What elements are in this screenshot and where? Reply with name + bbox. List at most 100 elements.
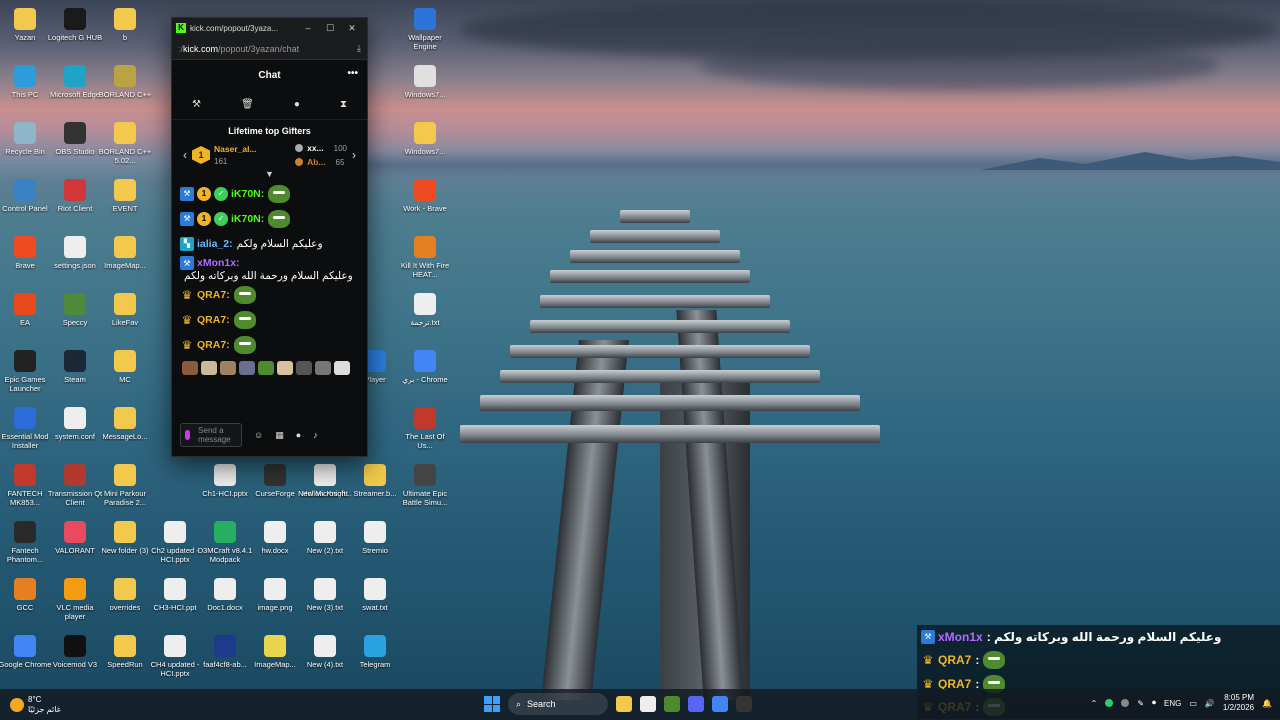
emote-icon[interactable] [315, 361, 331, 375]
desktop-icon[interactable]: Transmission Qt Client [47, 464, 103, 507]
clock[interactable]: 8:05 PM 1/2/2026 [1223, 693, 1254, 713]
gifters-prev-arrow-icon[interactable]: ‹ [178, 148, 192, 162]
desktop-icon[interactable]: VLC media player [47, 578, 103, 621]
desktop-icon[interactable]: بري - Chrome [397, 350, 453, 384]
desktop-icon[interactable]: Telegram [347, 635, 403, 669]
desktop-icon[interactable]: New folder (3) [97, 521, 153, 555]
top-gifter-third[interactable]: Ab... 65 [295, 157, 347, 167]
desktop-icon[interactable]: Ch1-HCI.pptx [197, 464, 253, 498]
chat-message[interactable]: ♛ QRA7: [180, 307, 359, 332]
desktop-icon[interactable]: Ch2 updated - HCI.pptx [147, 521, 203, 564]
emote-icon[interactable] [182, 361, 198, 375]
emote-icon[interactable] [277, 361, 293, 375]
desktop-icon[interactable]: New (3).txt [297, 578, 353, 612]
emote-icon[interactable] [201, 361, 217, 375]
desktop-icon[interactable]: The Last Of Us... [397, 407, 453, 450]
tray-mic-icon[interactable]: ⏺ [1152, 698, 1156, 708]
desktop-icon[interactable]: CurseForge [247, 464, 303, 498]
desktop-icon[interactable]: Epic Games Launcher [0, 350, 53, 393]
chat-bubble-icon[interactable]: ● [294, 99, 300, 110]
desktop-icon[interactable]: Recycle Bin [0, 122, 53, 156]
chat-username[interactable]: QRA7: [197, 314, 230, 326]
desktop-icon[interactable]: CH4 updated -HCI.pptx [147, 635, 203, 678]
desktop-icon[interactable]: CH3-HCI.ppt [147, 578, 203, 612]
desktop-icon[interactable]: Riot Client [47, 179, 103, 213]
desktop-icon[interactable]: Stremio [347, 521, 403, 555]
desktop-icon[interactable]: New (4).txt [297, 635, 353, 669]
hammer-icon[interactable]: ⚒ [192, 99, 201, 110]
discord-icon[interactable] [688, 696, 704, 712]
desktop-icon[interactable]: system.conf [47, 407, 103, 441]
chat-message[interactable]: ♛ QRA7: [180, 282, 359, 307]
desktop-icon[interactable]: Ultimate Epic Battle Simu... [397, 464, 453, 507]
trash-icon[interactable]: 🗑 [241, 99, 254, 110]
start-button[interactable] [484, 696, 500, 712]
desktop-icon[interactable]: Essential Mod Installer [0, 407, 53, 450]
desktop-icon[interactable]: ImageMap... [247, 635, 303, 669]
desktop-icon[interactable]: hw.docx [247, 521, 303, 555]
bell-icon[interactable]: ♪ [313, 430, 318, 441]
desktop-icon[interactable]: swat.txt [347, 578, 403, 612]
top-gifter-second[interactable]: xx... 100 [295, 143, 347, 153]
desktop-icon[interactable]: MessageLo... [97, 407, 153, 441]
chat-username[interactable]: iK70N: [231, 213, 264, 225]
notepad-icon[interactable] [640, 696, 656, 712]
desktop-icon[interactable]: EVENT [97, 179, 153, 213]
desktop-icon[interactable]: BORLAND C++ [97, 65, 153, 99]
desktop-icon[interactable]: Control Panel [0, 179, 53, 213]
desktop-icon[interactable]: Microsoft Edge [47, 65, 103, 99]
chat-message[interactable]: ▚ ialia_2: وعليكم السلام ولكم [180, 231, 359, 256]
kick-chat-popout-window[interactable]: K kick.com/popout/3yaza... – ☐ ✕ ː/ kick… [171, 17, 368, 457]
desktop-icon[interactable]: Doc1.docx [197, 578, 253, 612]
desktop-icon[interactable]: Voicemod V3 [47, 635, 103, 669]
desktop-icon[interactable]: Wallpaper Engine [397, 8, 453, 51]
tray-pen-icon[interactable]: ✎ [1137, 699, 1144, 708]
emote-icon[interactable] [220, 361, 236, 375]
desktop-icon[interactable]: Brave [0, 236, 53, 270]
desktop-icon[interactable]: settings.json [47, 236, 103, 270]
desktop-icon[interactable]: D3MCraft v8.4.1 Modpack [197, 521, 253, 564]
desktop-icon[interactable]: Mini Parkour Paradise 2... [97, 464, 153, 507]
desktop-icon[interactable]: Streamer.b... [347, 464, 403, 498]
gift-icon[interactable]: ▦ [275, 430, 284, 441]
desktop-icon[interactable]: Windows7... [397, 65, 453, 99]
file-explorer-icon[interactable] [616, 696, 632, 712]
chat-settings-icon[interactable]: ● [296, 430, 301, 441]
desktop-icon[interactable]: Windows7... [397, 122, 453, 156]
desktop-icon[interactable]: New Microsoft... [297, 464, 353, 498]
minimize-button[interactable]: – [297, 23, 319, 33]
window-titlebar[interactable]: K kick.com/popout/3yaza... – ☐ ✕ [172, 18, 367, 38]
tray-app-icon[interactable] [1105, 699, 1114, 707]
desktop-icon[interactable]: This PC [0, 65, 53, 99]
desktop-icon[interactable]: faaf4cf8-ab... [197, 635, 253, 669]
desktop-icon[interactable]: SpeedRun [97, 635, 153, 669]
desktop-icon[interactable]: MC [97, 350, 153, 384]
top-gifter-first[interactable]: 1 Naser_al... 161 [192, 144, 295, 166]
emote-icon[interactable] [334, 361, 350, 375]
desktop-icon[interactable]: FANTECH MK853... [0, 464, 53, 507]
chat-message[interactable]: ⚒ 1 ✓ iK70N: [180, 206, 359, 231]
desktop-icon[interactable]: ترجمة.txt [397, 293, 453, 327]
close-button[interactable]: ✕ [341, 23, 363, 34]
desktop-icon[interactable]: Kill It With Fire HEAT... [397, 236, 453, 279]
hourglass-icon[interactable]: ⧗ [340, 99, 347, 110]
chat-username[interactable]: QRA7: [197, 289, 230, 301]
desktop-icon[interactable]: Google Chrome [0, 635, 53, 669]
network-icon[interactable]: ▭ [1189, 699, 1197, 708]
desktop-icon[interactable]: Speccy [47, 293, 103, 327]
address-bar[interactable]: ː/ kick.com /popout/3yazan/chat ⤓ [172, 38, 367, 60]
desktop-icon[interactable]: OBS Studio [47, 122, 103, 156]
chat-message-input[interactable]: Send a message [180, 423, 242, 447]
desktop-icon[interactable]: Logitech G HUB [47, 8, 103, 42]
desktop-icon[interactable]: ImageMap... [97, 236, 153, 270]
mic-icon[interactable] [185, 430, 191, 440]
desktop-icon[interactable]: LikeFav [97, 293, 153, 327]
lang-indicator[interactable]: ENG [1164, 699, 1181, 708]
chat-message[interactable]: ⚒ 1 ✓ iK70N: [180, 181, 359, 206]
tray-chevron-icon[interactable]: ⌃ [1091, 699, 1098, 708]
desktop-icon[interactable]: Fantech Phantom... [0, 521, 53, 564]
obs-icon[interactable] [736, 696, 752, 712]
desktop-icon[interactable]: VALORANT [47, 521, 103, 555]
maximize-button[interactable]: ☐ [319, 23, 341, 34]
weather-widget[interactable]: 8°C غائم جزئيًا [0, 695, 120, 715]
